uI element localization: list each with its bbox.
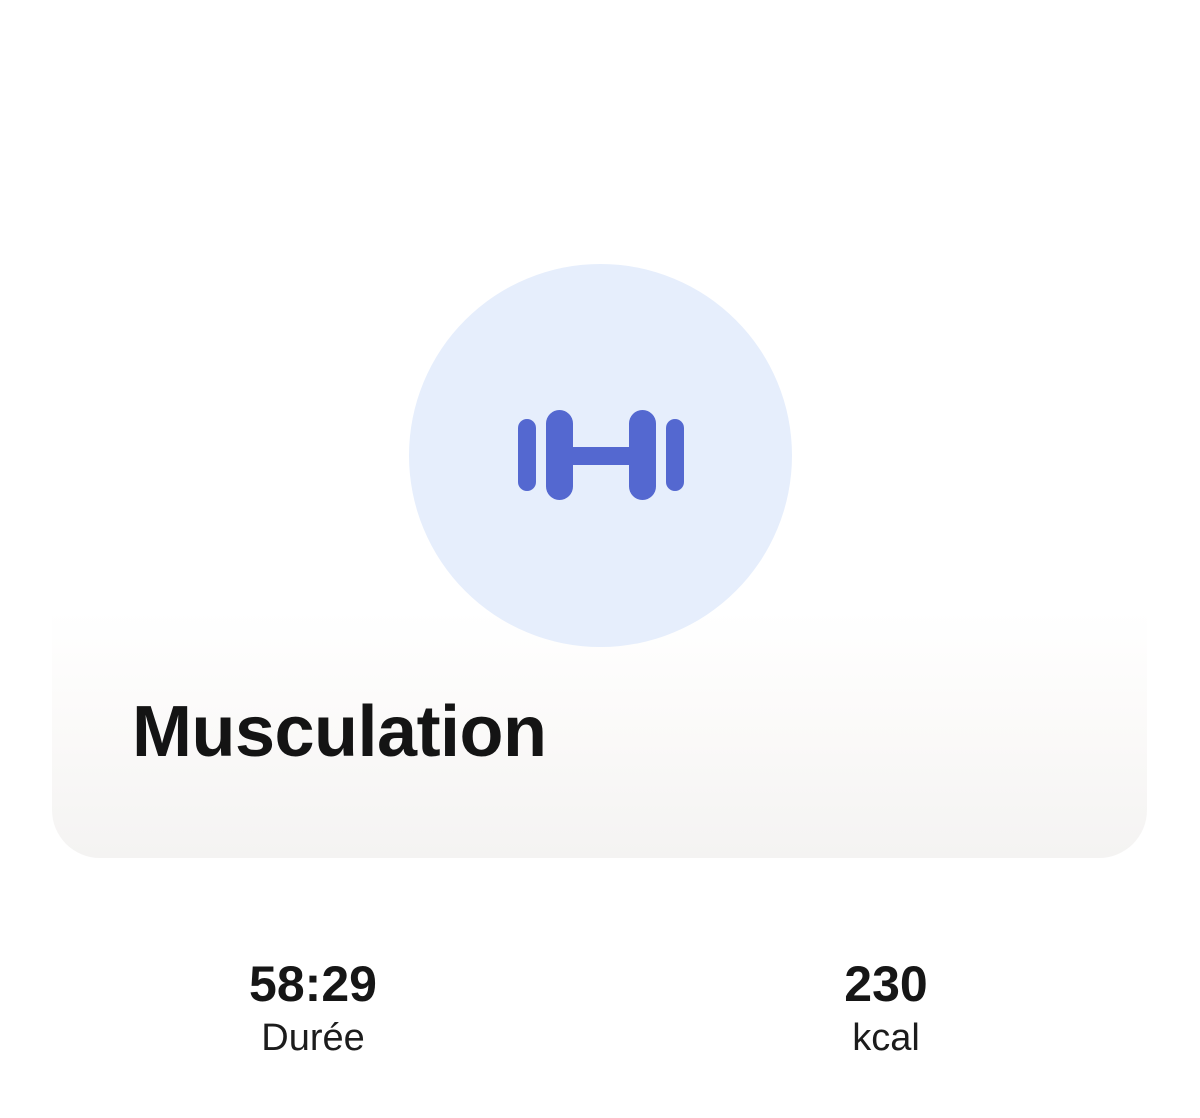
duration-value: 58:29 [249, 956, 377, 1012]
activity-icon-badge [409, 264, 792, 647]
calories-label: kcal [852, 1017, 920, 1059]
calories-stat: 230 kcal [766, 955, 1006, 1061]
calories-value: 230 [844, 956, 928, 1012]
duration-stat: 58:29 Durée [193, 955, 433, 1061]
dumbbell-icon [517, 409, 684, 500]
activity-title: Musculation [132, 692, 547, 772]
activity-header-card: Musculation [52, 610, 1147, 858]
duration-label: Durée [261, 1017, 365, 1059]
